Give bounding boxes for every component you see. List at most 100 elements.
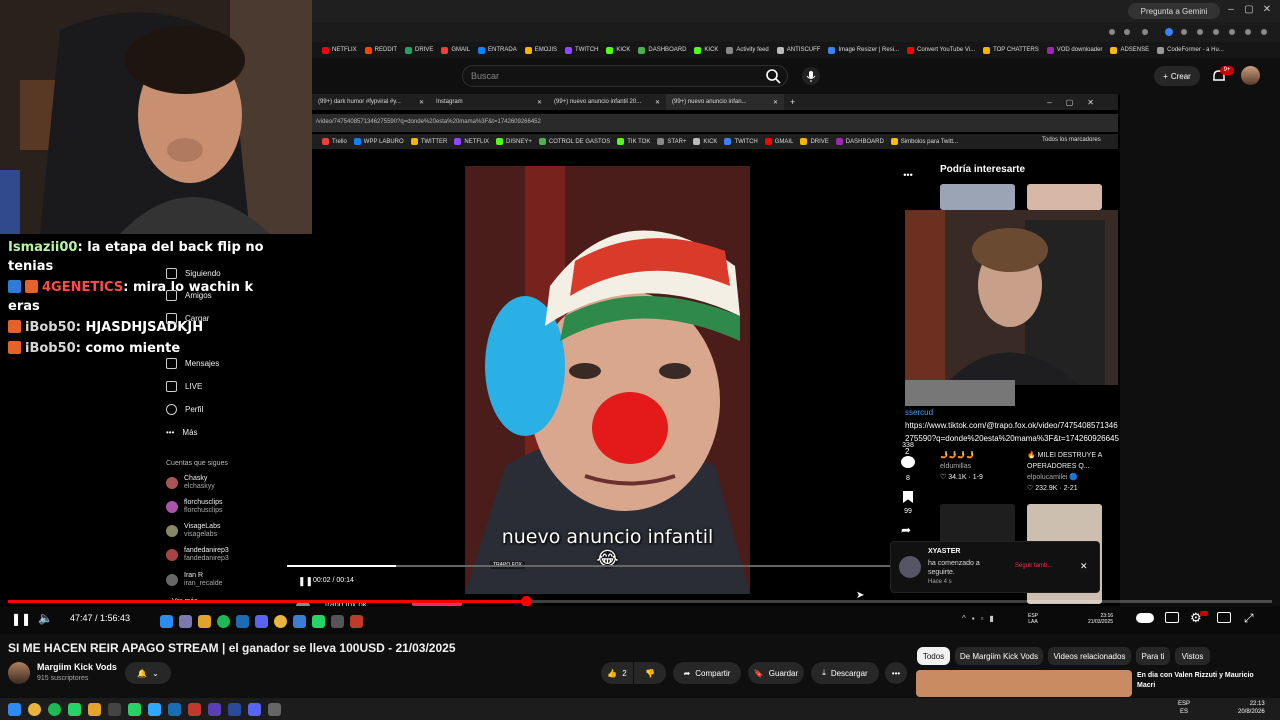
user-avatar[interactable] xyxy=(1241,66,1260,85)
chrome-icon[interactable] xyxy=(28,702,41,716)
subscribe-bell-button[interactable]: 🔔 ⌄ xyxy=(125,662,171,684)
theater-mode-icon[interactable] xyxy=(1217,612,1231,623)
related-thumbnail[interactable] xyxy=(916,670,1132,697)
bookmark-item[interactable]: TWITTER xyxy=(410,138,447,145)
close-window-icon[interactable]: ✕ xyxy=(1260,3,1274,17)
bookmark-item[interactable]: CodeFormer - a Hu... xyxy=(1157,46,1224,54)
close-icon[interactable]: ✕ xyxy=(773,99,778,106)
bookmark-item[interactable]: Activity feed xyxy=(726,46,769,54)
inner-tab[interactable]: Instagram ✕ xyxy=(430,94,548,110)
bookmark-item[interactable]: TWITCH xyxy=(565,46,598,54)
bookmark-item[interactable]: ADSENSE xyxy=(1110,46,1149,54)
chip-related[interactable]: Videos relacionados xyxy=(1048,647,1131,665)
obs-icon[interactable] xyxy=(331,614,344,628)
close-icon[interactable]: ✕ xyxy=(655,99,660,106)
mic-icon[interactable] xyxy=(802,67,820,85)
discord-icon[interactable] xyxy=(255,614,268,628)
bookmark-item[interactable]: Image Resizer | Resi... xyxy=(828,46,899,54)
bookmark-item[interactable]: Trello xyxy=(322,138,347,145)
tiktok-nav-profile[interactable]: Perfil xyxy=(166,404,203,415)
app-icon[interactable] xyxy=(268,702,281,716)
tiktok-nav-friends[interactable]: Amigos xyxy=(166,290,212,301)
inner-tab-active[interactable]: (99+) nuevo anuncio infan... ✕ xyxy=(666,94,784,110)
following-account[interactable]: VisageLabs visagelabs xyxy=(166,523,220,539)
bookmark-item[interactable]: Convert YouTube Vi... xyxy=(907,46,975,54)
bookmark-item[interactable]: DRIVE xyxy=(405,46,433,54)
after-effects-icon[interactable] xyxy=(228,702,241,716)
search-input[interactable]: Buscar xyxy=(462,65,788,87)
inner-tab[interactable]: (99+) dark humor #fypviral #y... ✕ xyxy=(312,94,430,110)
bookmark-item[interactable]: TWITCH xyxy=(724,138,758,145)
close-icon[interactable]: ✕ xyxy=(419,99,424,106)
bookmark-item[interactable]: COTROL DE GASTOS xyxy=(538,138,610,145)
inner-tab[interactable]: (99+) nuevo anuncio infantil 20... ✕ xyxy=(548,94,666,110)
bookmark-item[interactable]: NETFLIX xyxy=(454,138,489,145)
pause-icon[interactable]: ❚❚ xyxy=(11,612,31,626)
close-icon[interactable]: ✕ xyxy=(537,99,542,106)
following-account[interactable]: Chasky elchaskyy xyxy=(166,475,215,491)
more-options-icon[interactable]: ••• xyxy=(897,170,919,184)
minimize-icon[interactable]: – xyxy=(1224,3,1238,17)
following-account[interactable]: florchusclips florchusclips xyxy=(166,499,223,515)
channel-avatar[interactable] xyxy=(8,662,30,684)
like-button[interactable]: 👍 2 xyxy=(601,662,633,684)
spotify-icon[interactable] xyxy=(48,702,61,716)
fullscreen-icon[interactable]: ⤢ xyxy=(1244,611,1254,626)
tiktok-nav-upload[interactable]: Cargar xyxy=(166,313,209,324)
create-button[interactable]: + Crear xyxy=(1154,66,1200,86)
bookmark-item[interactable]: TIK TOK xyxy=(617,138,650,145)
new-tab-icon[interactable]: + xyxy=(790,97,795,107)
chip-for-you[interactable]: Para ti xyxy=(1136,647,1170,665)
bookmark-item[interactable]: EMOJIS xyxy=(524,46,557,54)
notes-icon[interactable] xyxy=(293,614,306,628)
subtitles-icon[interactable] xyxy=(1165,612,1179,623)
gemini-button[interactable]: Pregunta a Gemini xyxy=(1128,3,1220,19)
bookmark-item[interactable]: KICK xyxy=(606,46,630,54)
bookmark-item[interactable]: VOD downloader xyxy=(1046,46,1102,54)
suggestion-thumbnail[interactable] xyxy=(940,184,1015,210)
all-bookmarks[interactable]: Todos los marcadores xyxy=(1042,137,1101,143)
suggestion-thumbnail[interactable] xyxy=(1027,184,1102,210)
search-icon[interactable] xyxy=(764,68,782,84)
spotify-icon[interactable] xyxy=(217,614,230,628)
app-icon[interactable] xyxy=(188,702,201,716)
bookmark-item[interactable]: DASHBOARD xyxy=(835,138,884,145)
app-icon[interactable] xyxy=(108,702,121,716)
chip-watched[interactable]: Vistos xyxy=(1175,647,1210,665)
folder-icon[interactable] xyxy=(198,614,211,628)
save-button[interactable]: 🔖 Guardar xyxy=(748,662,804,684)
suggestion-thumbnail[interactable] xyxy=(940,504,1015,544)
share-icon[interactable]: ➦ xyxy=(901,523,911,537)
bookmark-item[interactable]: REDDIT xyxy=(364,46,397,54)
dislike-button[interactable]: 👎 xyxy=(634,662,666,684)
steam-icon[interactable] xyxy=(168,702,181,716)
whatsapp-icon[interactable] xyxy=(68,702,81,716)
suggestion-caption[interactable]: 🔥 MILEI DESTRUYE A OPERADORES Q... elpolu… xyxy=(1027,450,1107,494)
bookmark-item[interactable]: ENTRADA xyxy=(478,46,517,54)
suggestion-caption[interactable]: 🤳🤳🤳🤳 eldumillas ♡ 34.1K · 1-9 xyxy=(940,450,1020,483)
folder-icon[interactable] xyxy=(88,702,101,716)
bookmark-item[interactable]: TOP CHATTERS xyxy=(983,46,1039,54)
bookmark-item[interactable]: KICK xyxy=(693,138,717,145)
bookmark-item[interactable]: KICK xyxy=(694,46,718,54)
inner-window-controls[interactable]: –▢✕ xyxy=(1047,98,1108,107)
bookmark-item[interactable]: DRIVE xyxy=(800,138,829,145)
whatsapp-icon[interactable] xyxy=(312,614,325,628)
bookmark-item[interactable]: DASHBOARD xyxy=(638,46,686,54)
bookmark-item[interactable]: STAR+ xyxy=(657,138,686,145)
premiere-icon[interactable] xyxy=(208,702,221,716)
channel-name[interactable]: Margiim Kick Vods xyxy=(37,662,117,672)
tiktok-nav-live[interactable]: LIVE xyxy=(166,381,202,392)
chrome-icon[interactable] xyxy=(274,614,287,628)
bookmark-item[interactable]: ANTISCUFF xyxy=(776,46,820,54)
tiktok-pause-icon[interactable]: ❚❚ xyxy=(298,576,313,587)
volume-icon[interactable]: 🔈 xyxy=(38,611,53,625)
app-icon[interactable] xyxy=(179,614,192,628)
follow-back-button[interactable]: Seguir tamb... xyxy=(1015,563,1052,569)
tiktok-nav-messages[interactable]: Mensajes xyxy=(166,358,219,369)
tiktok-nav-more[interactable]: ••• Más xyxy=(166,428,198,437)
following-account[interactable]: Iran Riran_recalde xyxy=(166,572,223,588)
suggestion-thumbnail[interactable] xyxy=(905,380,1015,406)
inner-address-bar[interactable]: /video/7475408571346275590?q=donde%20est… xyxy=(312,114,1118,132)
windows-start-icon[interactable] xyxy=(8,702,21,716)
